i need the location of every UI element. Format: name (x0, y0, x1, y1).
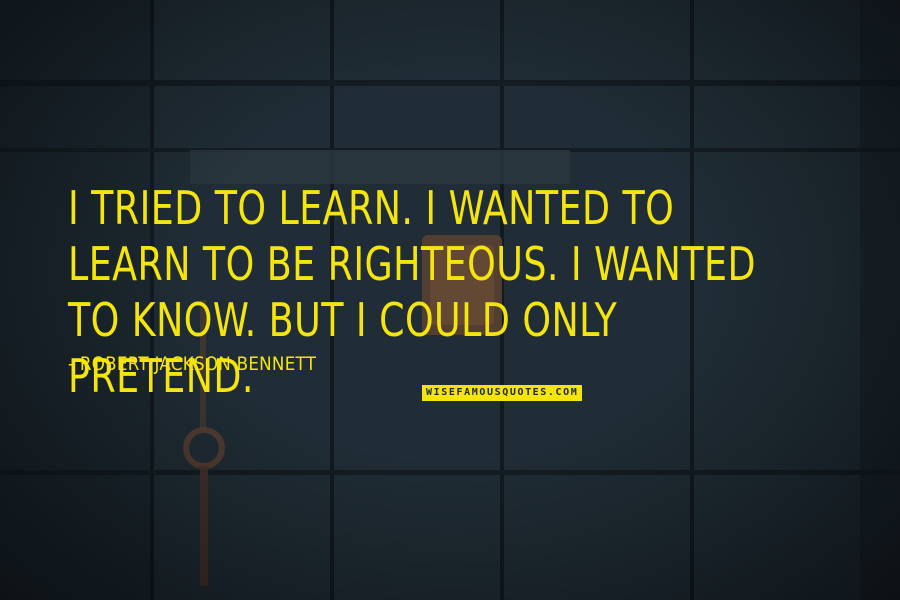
quote-card: I tried to learn. I wanted to learn to b… (0, 0, 900, 600)
quote-author: - Robert Jackson Bennett (68, 353, 317, 375)
site-watermark: WISEFAMOUSQUOTES.COM (422, 385, 583, 401)
